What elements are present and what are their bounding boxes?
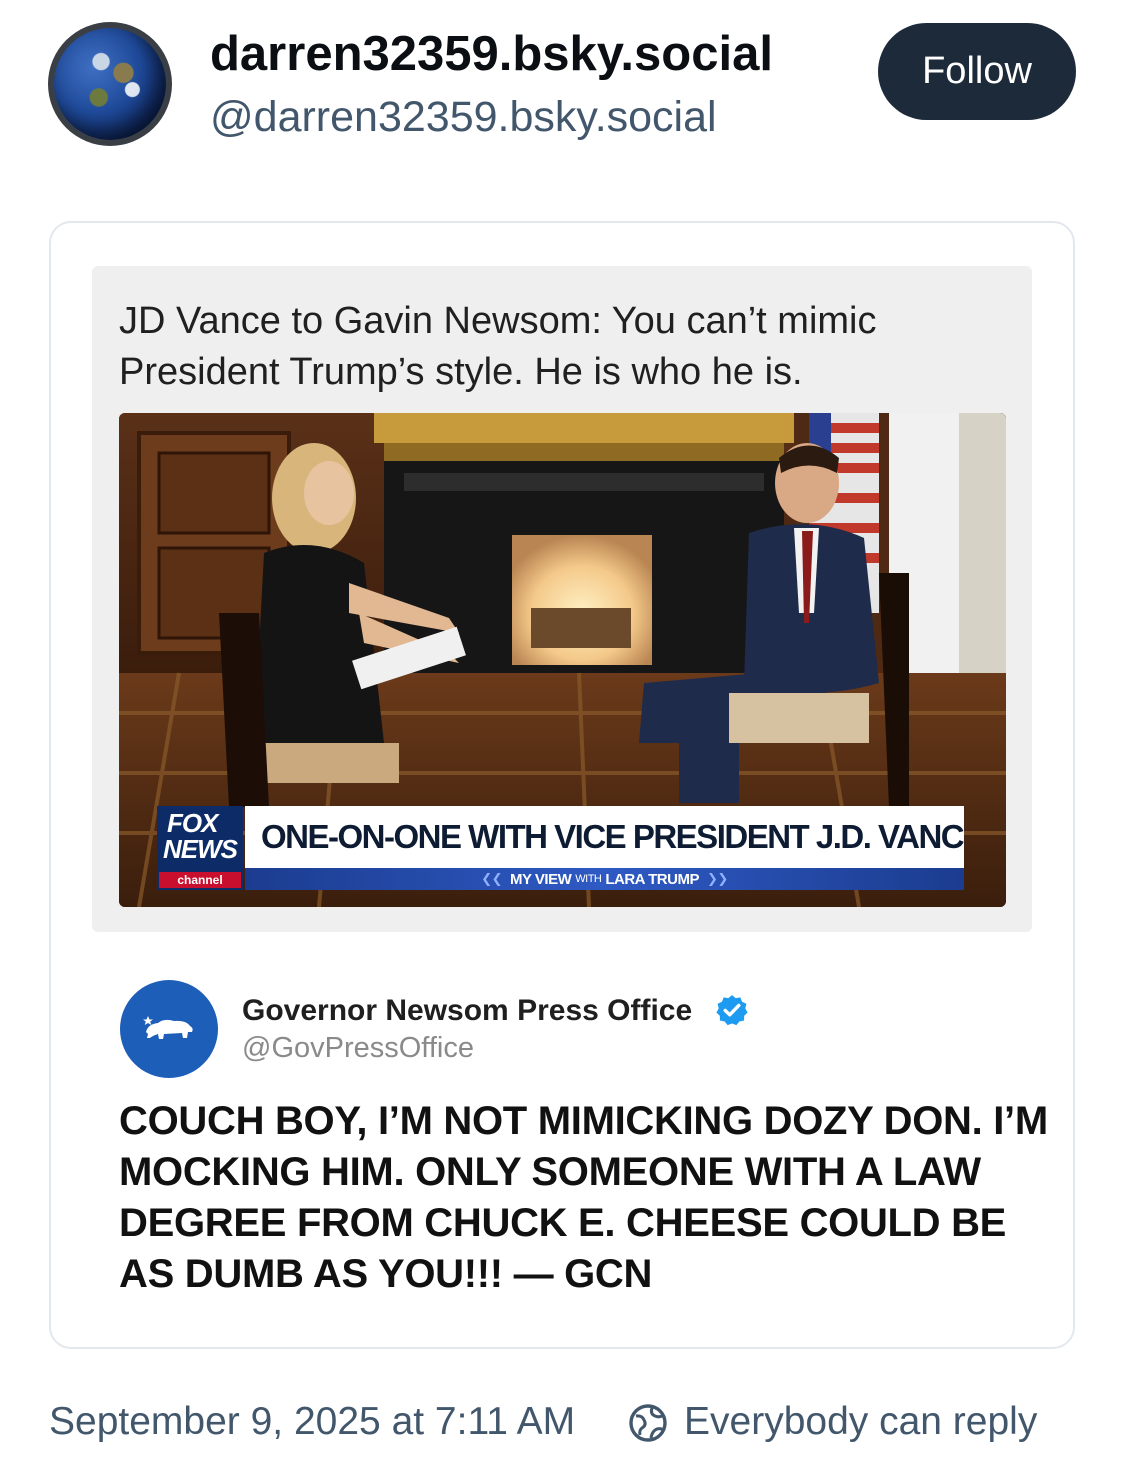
earth-globe-icon bbox=[54, 28, 166, 140]
chyron-host: LARA TRUMP bbox=[605, 870, 699, 888]
verified-check-icon bbox=[716, 995, 748, 1026]
left-arrows-icon: ❮❮ bbox=[481, 871, 503, 886]
logo-line-2: NEWS bbox=[163, 834, 238, 864]
quoted-tweet-text: COUCH BOY, I’M NOT MIMICKING DOZY DON. I… bbox=[119, 1099, 1048, 1296]
chyron-with: WITH bbox=[575, 873, 602, 885]
author-avatar[interactable] bbox=[48, 22, 172, 146]
embed-headline: JD Vance to Gavin Newsom: You can’t mimi… bbox=[119, 300, 877, 393]
quoted-account-name: Governor Newsom Press Office bbox=[242, 994, 693, 1027]
logo-line-3: channel bbox=[159, 872, 241, 888]
california-bear-icon bbox=[143, 1016, 193, 1039]
chyron-show-bar: ❮❮ MY VIEW WITH LARA TRUMP ❯❯ bbox=[245, 868, 964, 890]
author-display-name[interactable]: darren32359.bsky.social bbox=[210, 26, 773, 82]
quoted-account-avatar bbox=[120, 980, 218, 1078]
follow-button[interactable]: Follow bbox=[878, 23, 1076, 120]
right-arrows-icon: ❯❯ bbox=[706, 871, 728, 886]
author-handle[interactable]: @darren32359.bsky.social bbox=[210, 93, 717, 142]
news-chyron: FOX NEWS channel ONE-ON-ONE WITH VICE PR… bbox=[157, 806, 964, 890]
post-view: darren32359.bsky.social @darren32359.bsk… bbox=[0, 0, 1125, 1470]
chyron-show-name: MY VIEW bbox=[510, 870, 572, 888]
post-timestamp: September 9, 2025 at 7:11 AM bbox=[49, 1400, 576, 1443]
globe-reply-icon bbox=[629, 1404, 667, 1442]
reply-setting[interactable]: Everybody can reply bbox=[684, 1400, 1037, 1444]
logo-line-1: FOX bbox=[167, 808, 218, 838]
quoted-account-handle: @GovPressOffice bbox=[242, 1032, 474, 1064]
fox-news-logo-icon: FOX NEWS channel bbox=[157, 806, 243, 890]
chyron-headline: ONE-ON-ONE WITH VICE PRESIDENT J.D. VANC… bbox=[245, 806, 964, 868]
